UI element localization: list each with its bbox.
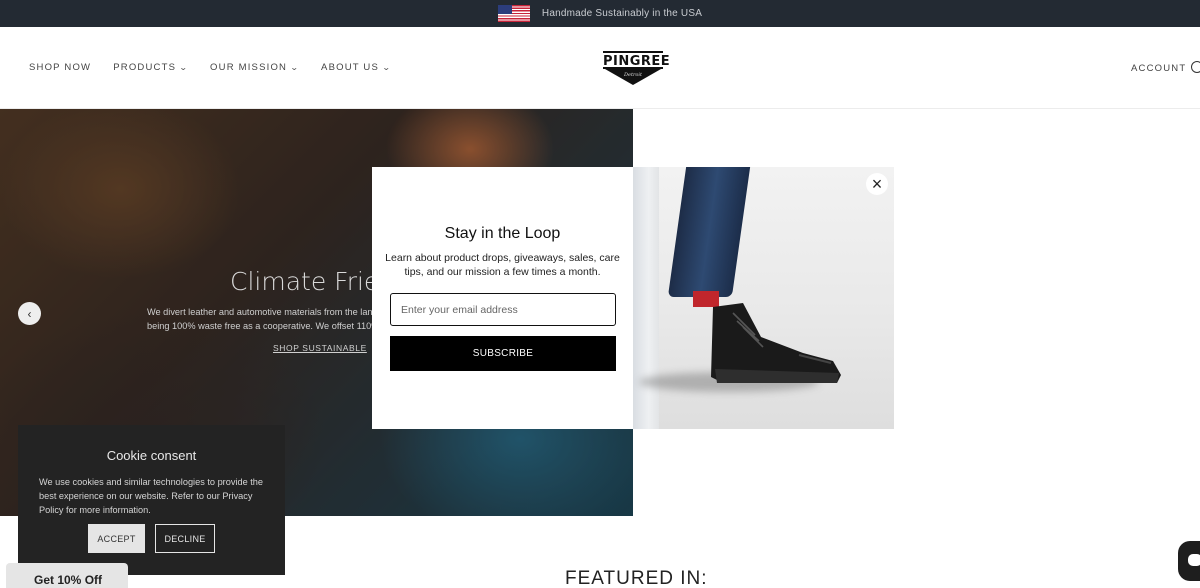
- chevron-down-icon: ⌄: [289, 63, 301, 72]
- us-flag-icon: [497, 5, 530, 22]
- cookie-accept-button[interactable]: ACCEPT: [88, 524, 145, 553]
- chat-icon: [1188, 554, 1200, 566]
- nav-item-shop-now[interactable]: SHOP NOW: [29, 62, 91, 73]
- slider-prev-button[interactable]: ‹: [18, 302, 41, 325]
- email-input[interactable]: [390, 293, 616, 326]
- pole-shape: [633, 167, 659, 429]
- nav-item-label: ABOUT US: [321, 62, 380, 73]
- nav-item-label: SHOP NOW: [29, 62, 92, 73]
- cookie-title: Cookie consent: [106, 448, 197, 463]
- chat-button[interactable]: [1178, 541, 1200, 581]
- hero-description: We divert leather and automotive materia…: [147, 307, 387, 331]
- account-link[interactable]: ACCOUNT: [1131, 63, 1186, 74]
- close-button[interactable]: ×: [866, 173, 888, 195]
- nav-item-products[interactable]: PRODUCTS ⌄: [113, 62, 188, 73]
- nav-item-label: OUR MISSION: [210, 62, 288, 73]
- logo-tagline: Detroit: [623, 72, 643, 78]
- search-icon[interactable]: [1191, 61, 1200, 73]
- boot-shape: [711, 303, 841, 383]
- nav-item-our-mission[interactable]: OUR MISSION ⌄: [210, 62, 299, 73]
- main-nav: SHOP NOW PRODUCTS ⌄ OUR MISSION ⌄ ABOUT …: [29, 62, 391, 73]
- featured-heading: FEATURED IN:: [565, 568, 708, 588]
- announcement-text: Handmade Sustainably in the USA: [541, 8, 703, 19]
- site-header: SHOP NOW PRODUCTS ⌄ OUR MISSION ⌄ ABOUT …: [0, 27, 1200, 109]
- cookie-decline-button[interactable]: DECLINE: [155, 524, 215, 553]
- modal-title: Stay in the Loop: [444, 225, 561, 242]
- modal-form-panel: Stay in the Loop Learn about product dro…: [372, 167, 633, 429]
- modal-image: ×: [633, 167, 894, 429]
- close-icon: ×: [871, 174, 883, 194]
- cookie-consent-banner: Cookie consent We use cookies and simila…: [18, 425, 285, 575]
- subscribe-button[interactable]: SUBSCRIBE: [390, 336, 616, 371]
- site-logo[interactable]: PINGREE Detroit: [603, 51, 670, 85]
- announcement-bar: Handmade Sustainably in the USA: [0, 0, 1200, 27]
- chevron-down-icon: ⌄: [178, 63, 190, 72]
- newsletter-modal: Stay in the Loop Learn about product dro…: [372, 167, 894, 429]
- cookie-text: We use cookies and similar technologies …: [39, 477, 264, 515]
- shop-sustainable-link[interactable]: SHOP SUSTAINABLE: [273, 343, 367, 353]
- logo-shield-icon: Detroit: [605, 69, 661, 85]
- logo-wordmark: PINGREE: [603, 51, 670, 69]
- chevron-down-icon: ⌄: [381, 63, 393, 72]
- nav-item-label: PRODUCTS: [113, 62, 177, 73]
- nav-item-about-us[interactable]: ABOUT US ⌄: [321, 62, 391, 73]
- discount-tab[interactable]: Get 10% Off: [6, 563, 128, 588]
- jeans-shape: [667, 167, 751, 297]
- chevron-left-icon: ‹: [27, 306, 32, 321]
- modal-description: Learn about product drops, giveaways, sa…: [385, 252, 620, 278]
